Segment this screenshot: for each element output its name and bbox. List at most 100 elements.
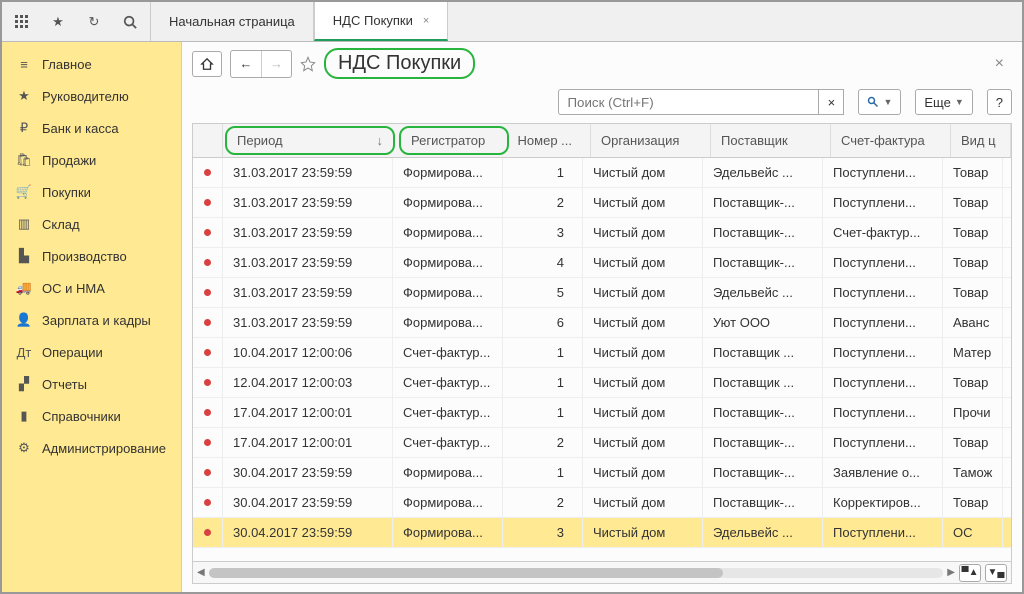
sidebar-item-Банк-и-касса[interactable]: ₽Банк и касса <box>2 112 181 144</box>
table-row[interactable]: 31.03.2017 23:59:59Формирова...2Чистый д… <box>193 188 1011 218</box>
table-row[interactable]: 17.04.2017 12:00:01Счет-фактур...1Чистый… <box>193 398 1011 428</box>
table-row[interactable]: 31.03.2017 23:59:59Формирова...5Чистый д… <box>193 278 1011 308</box>
record-dot-icon <box>204 499 211 506</box>
cell-sup: Поставщик-... <box>703 218 823 247</box>
sidebar-item-ОС-и-НМА[interactable]: 🚚ОС и НМА <box>2 272 181 304</box>
scroll-bottom-button[interactable]: ▼▄ <box>985 564 1007 582</box>
cell-num: 1 <box>503 458 583 487</box>
search-icon[interactable] <box>114 6 146 38</box>
cell-num: 3 <box>503 218 583 247</box>
cell-num: 6 <box>503 308 583 337</box>
row-marker <box>193 368 223 397</box>
sidebar-item-Покупки[interactable]: 🛒Покупки <box>2 176 181 208</box>
cell-type: Товар <box>943 278 1003 307</box>
help-button[interactable]: ? <box>987 89 1012 115</box>
cell-org: Чистый дом <box>583 218 703 247</box>
record-dot-icon <box>204 439 211 446</box>
nav-forward-button[interactable]: → <box>261 51 291 77</box>
more-button[interactable]: Еще ▼ <box>915 89 972 115</box>
cell-org: Чистый дом <box>583 368 703 397</box>
book-icon: ▮ <box>16 408 32 424</box>
sidebar-item-label: Производство <box>42 249 127 264</box>
sidebar-item-Руководителю[interactable]: ★Руководителю <box>2 80 181 112</box>
sidebar-item-Продажи[interactable]: 🛍Продажи <box>2 144 181 176</box>
horizontal-scrollbar[interactable] <box>209 568 944 578</box>
cell-org: Чистый дом <box>583 398 703 427</box>
cell-num: 2 <box>503 428 583 457</box>
cell-org: Чистый дом <box>583 518 703 547</box>
cell-sup: Поставщик-... <box>703 428 823 457</box>
cell-period: 12.04.2017 12:00:03 <box>223 368 393 397</box>
tab-НДС-Покупки[interactable]: НДС Покупки× <box>314 2 449 41</box>
table-row[interactable]: 30.04.2017 23:59:59Формирова...2Чистый д… <box>193 488 1011 518</box>
search-input[interactable] <box>558 89 818 115</box>
table-row[interactable]: 30.04.2017 23:59:59Формирова...3Чистый д… <box>193 518 1011 548</box>
cell-type: ОС <box>943 518 1003 547</box>
cell-org: Чистый дом <box>583 338 703 367</box>
sidebar-item-Зарплата-и-кадры[interactable]: 👤Зарплата и кадры <box>2 304 181 336</box>
cell-inv: Поступлени... <box>823 308 943 337</box>
column-header[interactable]: Регистратор <box>399 126 509 155</box>
scroll-right-icon[interactable]: ▶ <box>947 567 955 578</box>
table-row[interactable]: 31.03.2017 23:59:59Формирова...6Чистый д… <box>193 308 1011 338</box>
column-label: Счет-фактура <box>841 133 925 148</box>
cell-inv: Заявление о... <box>823 458 943 487</box>
table-row[interactable]: 17.04.2017 12:00:01Счет-фактур...2Чистый… <box>193 428 1011 458</box>
sidebar-item-label: ОС и НМА <box>42 281 105 296</box>
dk-icon: Дт <box>16 344 32 360</box>
cell-period: 31.03.2017 23:59:59 <box>223 248 393 277</box>
table-row[interactable]: 30.04.2017 23:59:59Формирова...1Чистый д… <box>193 458 1011 488</box>
sidebar-item-Производство[interactable]: ▙Производство <box>2 240 181 272</box>
cell-org: Чистый дом <box>583 188 703 217</box>
table-row[interactable]: 31.03.2017 23:59:59Формирова...4Чистый д… <box>193 248 1011 278</box>
tab-close-icon[interactable]: × <box>423 15 429 27</box>
cell-inv: Корректиров... <box>823 488 943 517</box>
column-header[interactable]: Организация <box>591 124 711 157</box>
column-header[interactable]: Номер ... <box>511 124 591 157</box>
search-clear-button[interactable]: × <box>818 89 844 115</box>
scroll-left-icon[interactable]: ◀ <box>197 567 205 578</box>
sidebar-item-Администрирование[interactable]: ⚙Администрирование <box>2 432 181 464</box>
nav-back-button[interactable]: ← <box>231 51 261 77</box>
cell-org: Чистый дом <box>583 488 703 517</box>
column-header[interactable]: Вид ц <box>951 124 1011 157</box>
cell-sup: Поставщик-... <box>703 188 823 217</box>
sidebar-item-label: Продажи <box>42 153 96 168</box>
column-label: Регистратор <box>411 133 485 148</box>
star-icon: ★ <box>16 88 32 104</box>
sidebar-item-Главное[interactable]: ≡Главное <box>2 48 181 80</box>
cell-sup: Поставщик-... <box>703 398 823 427</box>
sidebar-item-label: Банк и касса <box>42 121 119 136</box>
column-header[interactable]: Поставщик <box>711 124 831 157</box>
sidebar-item-Склад[interactable]: ▥Склад <box>2 208 181 240</box>
chevron-down-icon: ▼ <box>955 97 964 107</box>
close-page-button[interactable]: × <box>987 51 1012 77</box>
grid-body[interactable]: 31.03.2017 23:59:59Формирова...1Чистый д… <box>193 158 1011 561</box>
table-row[interactable]: 31.03.2017 23:59:59Формирова...3Чистый д… <box>193 218 1011 248</box>
advanced-search-button[interactable]: ▼ <box>858 89 901 115</box>
cell-inv: Поступлени... <box>823 188 943 217</box>
table-row[interactable]: 31.03.2017 23:59:59Формирова...1Чистый д… <box>193 158 1011 188</box>
record-dot-icon <box>204 529 211 536</box>
history-icon[interactable]: ↻ <box>78 6 110 38</box>
home-button[interactable] <box>192 51 222 77</box>
cell-inv: Счет-фактур... <box>823 218 943 247</box>
table-row[interactable]: 12.04.2017 12:00:03Счет-фактур...1Чистый… <box>193 368 1011 398</box>
cell-num: 2 <box>503 488 583 517</box>
table-row[interactable]: 10.04.2017 12:00:06Счет-фактур...1Чистый… <box>193 338 1011 368</box>
scroll-top-button[interactable]: ▀▲ <box>959 564 981 582</box>
sidebar-item-Отчеты[interactable]: ▞Отчеты <box>2 368 181 400</box>
column-label: Организация <box>601 133 679 148</box>
column-header[interactable]: Период↓ <box>225 126 395 155</box>
sidebar-item-Операции[interactable]: ДтОперации <box>2 336 181 368</box>
apps-icon[interactable] <box>6 6 38 38</box>
tab-Начальная-страница[interactable]: Начальная страница <box>150 2 314 41</box>
cell-period: 17.04.2017 12:00:01 <box>223 428 393 457</box>
row-marker <box>193 278 223 307</box>
favorites-icon[interactable]: ★ <box>42 6 74 38</box>
sidebar-item-Справочники[interactable]: ▮Справочники <box>2 400 181 432</box>
cell-reg: Формирова... <box>393 248 503 277</box>
cell-org: Чистый дом <box>583 158 703 187</box>
column-header[interactable]: Счет-фактура <box>831 124 951 157</box>
bookmark-icon[interactable] <box>300 56 316 72</box>
